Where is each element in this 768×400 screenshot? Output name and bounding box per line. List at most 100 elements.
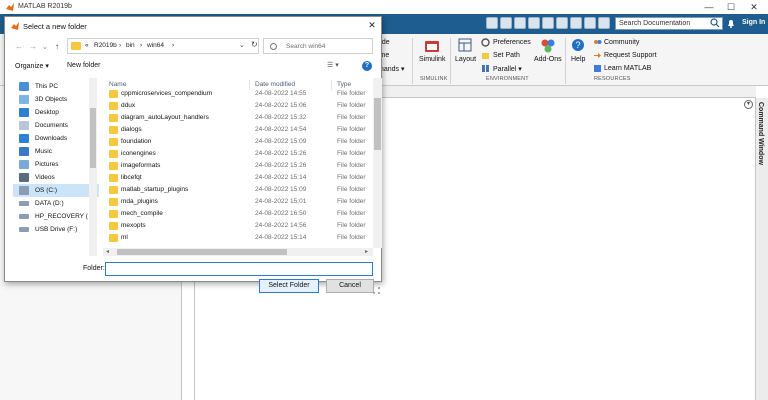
forward-arrow-icon[interactable]: → [27,41,39,53]
help-button[interactable]: Help [571,56,585,63]
nav-item-documents[interactable]: Documents [13,119,99,132]
breadcrumb-separator[interactable]: › [119,42,121,49]
file-row[interactable]: dialogs 24-08-2022 14:54 File folder [103,124,373,136]
nav-item-videos[interactable]: Videos [13,171,99,184]
file-row[interactable]: libcefqt 24-08-2022 15:14 File folder [103,172,373,184]
address-bar[interactable]: « R2019b › bin › win64 › ⌄ ↻ [67,38,259,54]
matlab-logo-icon [6,3,14,11]
save-icon[interactable] [486,17,498,29]
maximize-button[interactable]: ☐ [720,0,742,14]
breadcrumb-bin[interactable]: bin [126,42,135,49]
nav-item-os-c[interactable]: OS (C:) [13,184,99,197]
close-window-button[interactable]: ✕ [743,0,765,14]
breadcrumb-win64[interactable]: win64 [147,42,164,49]
new-folder-button[interactable]: New folder [67,62,100,69]
resize-grip-icon[interactable] [373,287,380,294]
paste-icon[interactable] [528,17,540,29]
scroll-right-icon[interactable]: ▸ [365,248,368,255]
nav-pane-scrollbar[interactable] [89,78,97,256]
scrollbar-thumb[interactable] [374,98,381,150]
file-row[interactable]: mda_plugins 24-08-2022 15:01 File folder [103,196,373,208]
search-win64-input[interactable]: Search win64 [263,38,373,54]
file-row[interactable]: ddux 24-08-2022 15:06 File folder [103,100,373,112]
folder-input[interactable] [105,262,373,276]
switch-windows-icon[interactable] [570,17,582,29]
redo-icon[interactable] [556,17,568,29]
section-environment-label: ENVIRONMENT [486,76,529,82]
command-window-menu-icon[interactable]: ▾ [744,100,753,109]
nav-item-3d-objects[interactable]: 3D Objects [13,93,99,106]
address-dropdown-icon[interactable]: ⌄ [239,41,245,49]
cut-icon[interactable] [500,17,512,29]
layout-button[interactable]: Layout [455,56,476,63]
view-options-button[interactable]: ☰ ▾ [327,61,339,69]
file-row[interactable]: mexopts 24-08-2022 14:56 File folder [103,220,373,232]
minimize-button[interactable]: — [698,0,720,14]
file-row[interactable]: matlab_startup_plugins 24-08-2022 15:09 Fi… [103,184,373,196]
layout-icon[interactable] [458,38,472,52]
nav-item-desktop[interactable]: Desktop [13,106,99,119]
sign-in-link[interactable]: Sign In [742,19,765,26]
breadcrumb-separator[interactable]: › [140,42,142,49]
refresh-icon[interactable]: ↻ [251,40,258,49]
breadcrumb-separator[interactable]: › [172,42,174,49]
navigation-pane: This PC 3D Objects Desktop Documents Dow… [13,78,99,256]
cancel-button[interactable]: Cancel [326,279,374,293]
nav-item-this-pc[interactable]: This PC [13,80,99,93]
file-row[interactable]: mech_compile 24-08-2022 16:50 File folder [103,208,373,220]
dialog-help-button[interactable]: ? [362,61,372,71]
back-arrow-icon[interactable]: ← [13,41,25,53]
options-icon[interactable] [598,17,610,29]
breadcrumb-r2019b[interactable]: R2019b [94,42,117,49]
scrollbar-thumb[interactable] [90,108,96,168]
organize-button[interactable]: Organize ▾ [15,62,49,70]
nav-item-music[interactable]: Music [13,145,99,158]
file-row[interactable]: diagram_autoLayout_handlers 24-08-2022 15… [103,112,373,124]
help-icon[interactable] [584,17,596,29]
dialog-toolbar: Organize ▾ New folder ☰ ▾ ? [5,57,381,75]
simulink-button[interactable]: Simulink [419,56,445,63]
svg-text:?: ? [575,40,580,50]
column-header-type[interactable]: Type [337,81,351,88]
scrollbar-thumb[interactable] [117,249,287,255]
nav-item-hp-recovery[interactable]: HP_RECOVERY ( [13,210,99,223]
file-list-vertical-scrollbar[interactable] [373,78,382,248]
bell-icon[interactable] [726,18,736,28]
column-header-date[interactable]: Date modified [255,81,295,88]
nav-item-pictures[interactable]: Pictures [13,158,99,171]
file-row[interactable]: ml 24-08-2022 15:14 File folder [103,232,373,244]
nav-item-usb-drive[interactable]: USB Drive (F:) [13,223,99,236]
scroll-left-icon[interactable]: ◂ [106,248,109,255]
file-row[interactable]: foundation 24-08-2022 15:09 File folder [103,136,373,148]
parallel-button[interactable]: Parallel ▾ [493,65,522,73]
folder-icon [109,210,118,218]
breadcrumb-overflow[interactable]: « [85,42,89,49]
file-row[interactable]: cppmicroservices_compendium 24-08-2022 14… [103,88,373,100]
column-header-name[interactable]: Name [109,81,126,88]
select-folder-dialog: Select a new folder ✕ ← → ⌄ ↑ « R2019b ›… [4,16,382,294]
nav-item-data-d[interactable]: DATA (D:) [13,197,99,210]
drive-icon [19,201,29,206]
request-support-link[interactable]: Request Support [604,52,657,59]
dialog-close-button[interactable]: ✕ [363,18,381,32]
add-ons-button[interactable]: Add-Ons [534,56,562,63]
undo-icon[interactable] [542,17,554,29]
community-link[interactable]: Community [604,39,639,46]
learn-matlab-link[interactable]: Learn MATLAB [604,65,651,72]
add-ons-icon[interactable] [540,38,556,54]
search-documentation-input[interactable]: Search Documentation [615,17,723,30]
up-arrow-icon[interactable]: ↑ [51,41,63,53]
help-circle-icon[interactable]: ? [571,38,585,52]
simulink-icon[interactable] [424,38,440,54]
search-icon[interactable] [710,18,720,28]
copy-icon[interactable] [514,17,526,29]
recent-locations-chevron-icon[interactable]: ⌄ [39,41,51,53]
nav-item-downloads[interactable]: Downloads [13,132,99,145]
file-row[interactable]: iconengines 24-08-2022 15:26 File folder [103,148,373,160]
set-path-button[interactable]: Set Path [493,52,520,59]
file-row[interactable]: imageformats 24-08-2022 15:26 File folder [103,160,373,172]
select-folder-button[interactable]: Select Folder [259,279,319,293]
file-list-horizontal-scrollbar[interactable]: ◂ ▸ [103,248,373,256]
community-icon [594,40,602,44]
preferences-button[interactable]: Preferences [493,39,531,46]
